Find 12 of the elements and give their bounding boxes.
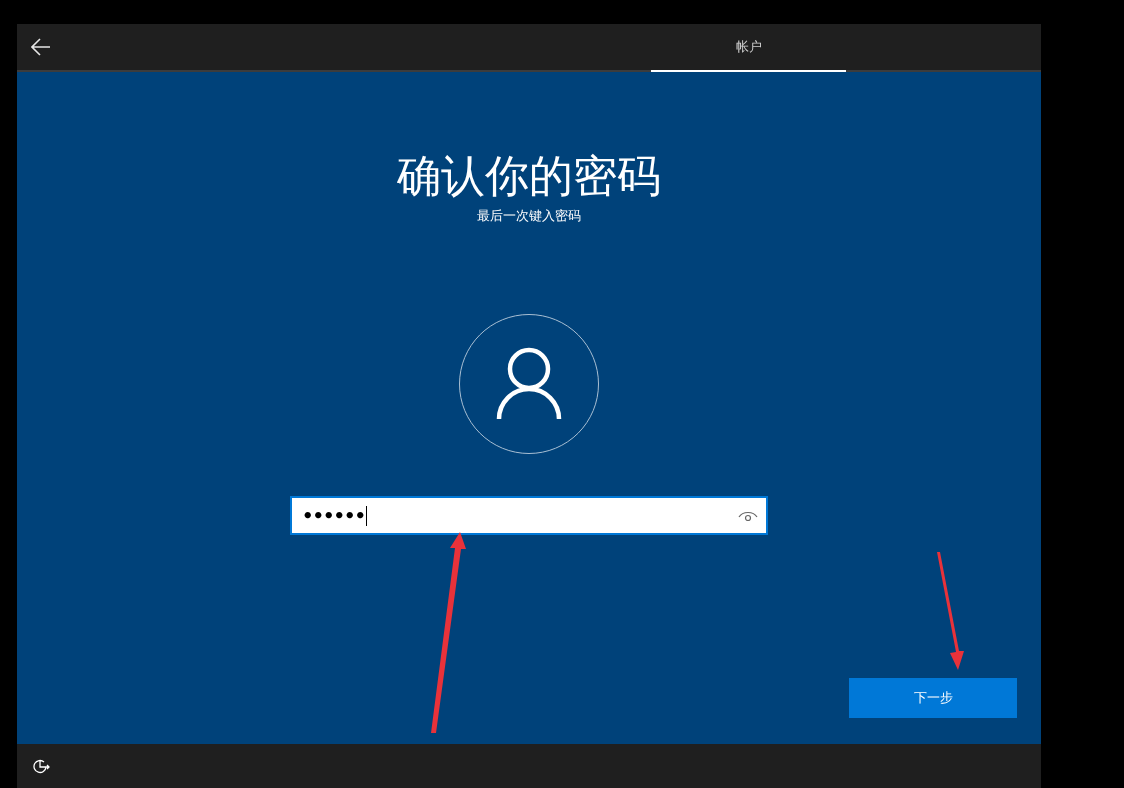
page-title: 确认你的密码 xyxy=(397,149,661,203)
user-icon xyxy=(496,347,562,421)
eye-icon[interactable] xyxy=(738,509,758,522)
accessibility-button[interactable] xyxy=(32,757,50,775)
clock-arrow-icon xyxy=(32,758,50,774)
back-arrow-icon xyxy=(31,38,51,56)
text-caret xyxy=(366,505,368,526)
next-button[interactable]: 下一步 xyxy=(849,678,1017,718)
password-dots: •••••• xyxy=(302,505,366,526)
account-tab[interactable]: 帐户 xyxy=(651,24,846,72)
page-subtitle: 最后一次键入密码 xyxy=(477,207,581,225)
password-field[interactable]: •••••• xyxy=(290,496,768,535)
